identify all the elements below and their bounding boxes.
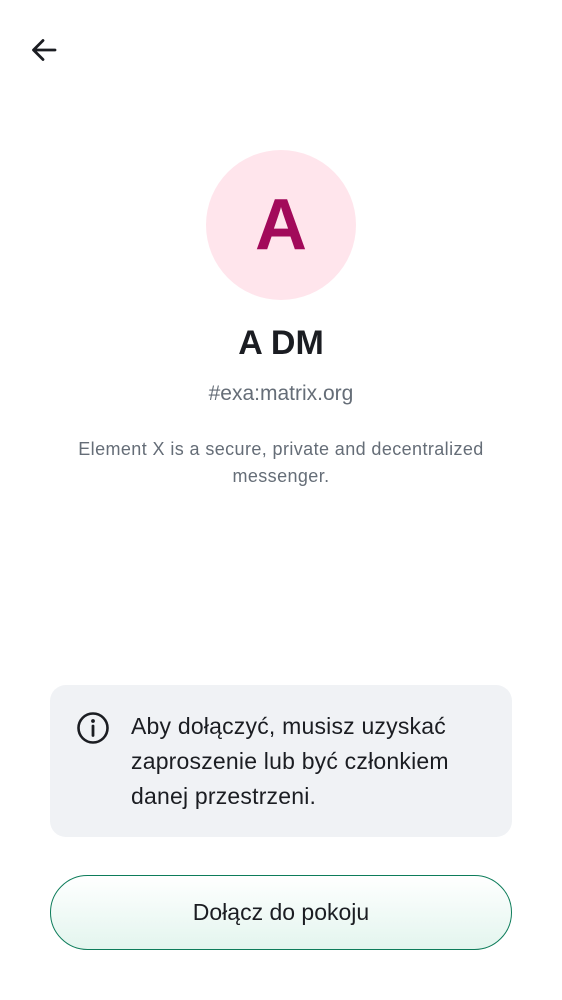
join-button-label: Dołącz do pokoju [192, 899, 370, 925]
info-icon [77, 712, 109, 744]
room-topic: Element X is a secure, private and decen… [78, 439, 484, 486]
join-restriction-notice: Aby dołączyć, musisz uzyskać zaproszenie… [50, 685, 512, 837]
room-alias: #exa:matrix.org [208, 382, 354, 405]
notice-message: Aby dołączyć, musisz uzyskać zaproszenie… [131, 713, 449, 809]
arrow-left-icon [32, 39, 57, 61]
room-name: A DM [238, 324, 324, 362]
room-avatar: A [206, 150, 356, 300]
room-preview-screen: A A DM #exa:matrix.org Element X is a se… [0, 0, 562, 1000]
back-button[interactable] [22, 28, 66, 72]
avatar-letter: A [255, 185, 307, 265]
join-room-button[interactable]: Dołącz do pokoju [50, 875, 512, 950]
